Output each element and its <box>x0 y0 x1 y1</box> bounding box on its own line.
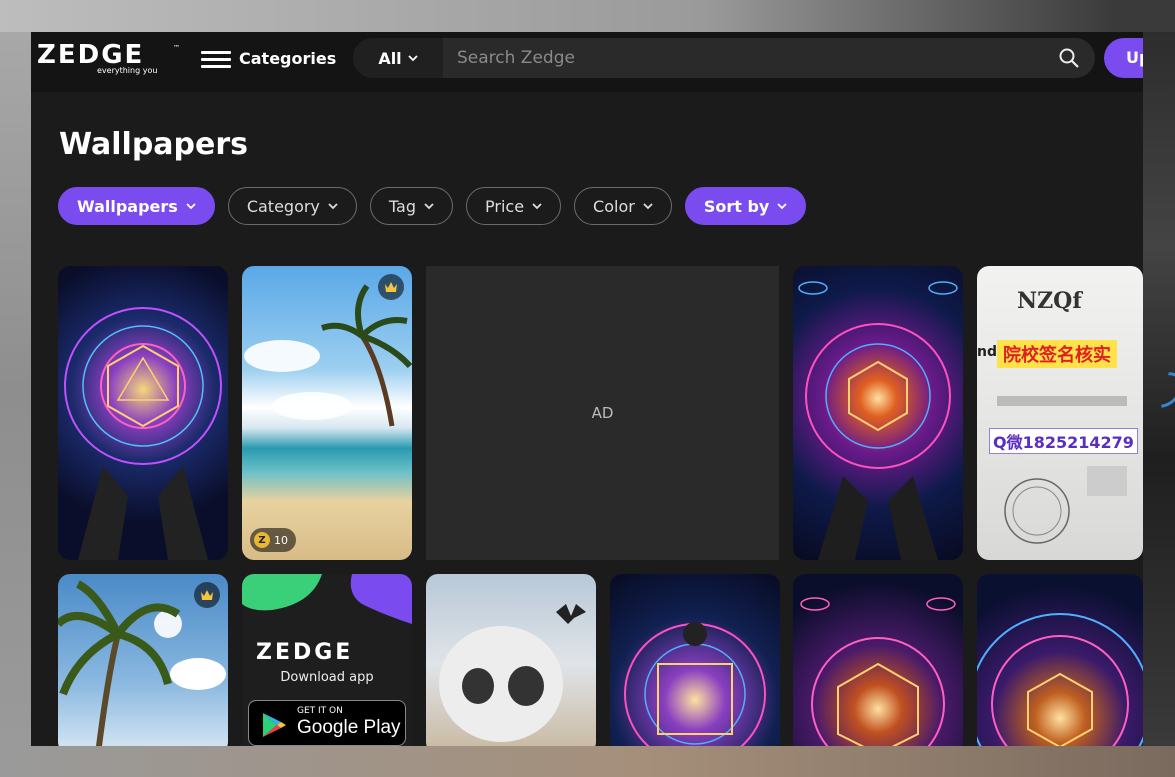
filter-wallpapers[interactable]: Wallpapers <box>58 187 215 225</box>
filter-sort-by[interactable]: Sort by <box>684 187 807 225</box>
hamburger-menu-icon[interactable] <box>201 48 231 72</box>
premium-crown-badge <box>194 582 220 608</box>
wallpaper-tile-neon-hands[interactable] <box>58 266 228 560</box>
chevron-down-icon <box>532 203 542 210</box>
filter-color[interactable]: Color <box>574 187 672 225</box>
search-scope-label: All <box>378 48 402 68</box>
seal-stamp-image <box>997 396 1127 544</box>
page-title: Wallpapers <box>59 127 249 162</box>
wallpaper-tile-beach[interactable]: Z 10 <box>242 266 412 560</box>
wallpaper-tile-glyph-ring[interactable] <box>977 574 1143 746</box>
logo-wordmark: ZEDGE <box>37 40 145 70</box>
backdrop-bottom <box>0 746 1175 777</box>
wallpaper-tile-atom-cube[interactable] <box>793 574 963 746</box>
search-icon[interactable] <box>1059 48 1079 68</box>
filter-label: Price <box>485 196 525 216</box>
filter-label: Color <box>593 196 635 216</box>
filter-label: Category <box>246 196 320 216</box>
google-play-button[interactable]: GET IT ON Google Play <box>248 700 406 746</box>
logo-tagline: everything you <box>97 66 158 75</box>
premium-crown-badge <box>378 274 404 300</box>
site-header: ZEDGE ™ everything you Categories All Up <box>31 32 1143 92</box>
search-input[interactable] <box>457 46 1037 70</box>
skull-image <box>439 604 586 742</box>
filter-category[interactable]: Category <box>227 187 357 225</box>
chevron-down-icon <box>643 203 653 210</box>
chevron-down-icon <box>328 203 338 210</box>
ad-slot[interactable]: AD <box>426 266 779 560</box>
neon-geometry-image <box>64 307 222 560</box>
promo-zedge-logo: ZEDGE <box>256 640 354 665</box>
wallpaper-tile-skull[interactable] <box>426 574 596 746</box>
price-value: 10 <box>274 533 288 547</box>
filter-label: Wallpapers <box>77 196 178 216</box>
chevron-down-icon <box>777 203 787 210</box>
backdrop-top <box>0 0 1175 32</box>
atom-geometry-image <box>798 281 958 560</box>
ad-label: AD <box>591 404 614 422</box>
search-scope-dropdown[interactable]: All <box>353 38 443 78</box>
zedge-coin-icon: Z <box>254 532 270 548</box>
browser-screen: ZEDGE ™ everything you Categories All Up… <box>31 32 1143 746</box>
crown-icon <box>201 590 213 600</box>
price-badge: Z 10 <box>250 528 296 552</box>
filter-bar: Wallpapers Category Tag Price Color Sort… <box>58 187 807 225</box>
backdrop-left <box>0 32 31 746</box>
crown-icon <box>385 282 397 292</box>
wallpaper-tile-diploma[interactable]: NZQf nd 院校签名核实 Q微1825214279 <box>977 266 1143 560</box>
chevron-down-icon <box>408 55 418 62</box>
filter-label: Tag <box>388 196 416 216</box>
chevron-down-icon <box>424 203 434 210</box>
search-bar: All <box>353 38 1095 78</box>
store-small-label: GET IT ON <box>297 706 343 716</box>
categories-link[interactable]: Categories <box>239 49 336 68</box>
atom-cube-image <box>800 597 956 746</box>
palm-tree-image <box>244 284 412 427</box>
zedge-logo[interactable]: ZEDGE ™ everything you <box>37 40 180 78</box>
app-promo-tile[interactable]: ZEDGE Download app GET IT ON Google Play <box>242 574 412 746</box>
filter-label: Sort by <box>703 196 770 216</box>
google-play-icon <box>263 713 286 737</box>
filter-tag[interactable]: Tag <box>369 187 453 225</box>
filter-price[interactable]: Price <box>466 187 562 225</box>
chevron-down-icon <box>186 203 196 210</box>
upgrade-button[interactable]: Up <box>1104 38 1143 78</box>
wallpaper-tile-atom-hands[interactable] <box>793 266 963 560</box>
glyph-ring-image <box>977 613 1143 746</box>
wallpaper-tile-palm-sky[interactable] <box>58 574 228 746</box>
robot-neon-image <box>624 622 766 746</box>
wallpaper-tile-robot-neon[interactable] <box>610 574 780 746</box>
store-big-label: Google Play <box>297 717 401 738</box>
promo-download-label: Download app <box>280 670 374 685</box>
trademark-mark: ™ <box>173 44 180 52</box>
